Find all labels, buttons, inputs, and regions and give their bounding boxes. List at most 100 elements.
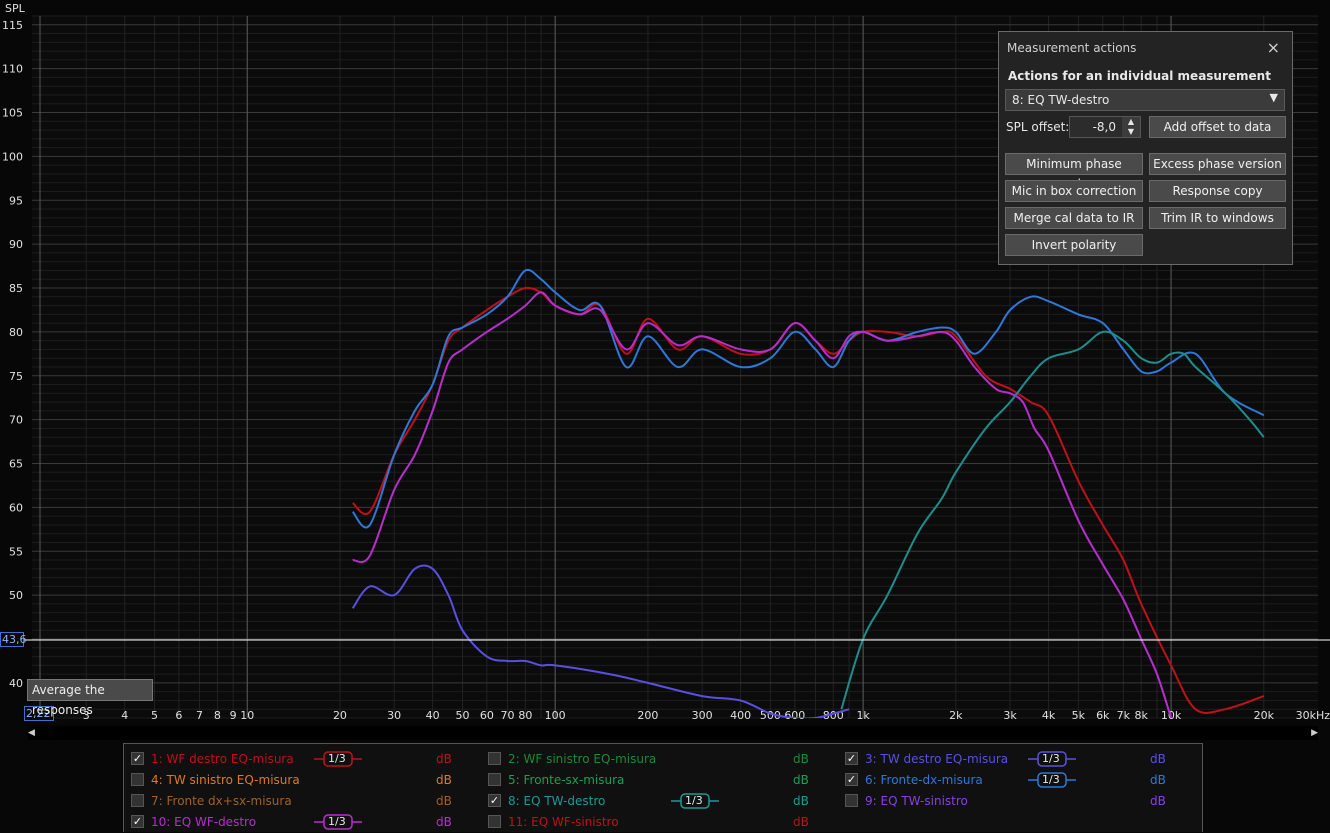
- spl-offset-spinner[interactable]: -8,0 ▲ ▼: [1069, 116, 1141, 138]
- x-tick-label: 100: [545, 709, 566, 722]
- horizontal-scrollbar[interactable]: ◀ ▶: [28, 726, 1318, 740]
- x-tick-label: 40: [426, 709, 440, 722]
- x-tick-label: 6k: [1096, 709, 1110, 722]
- y-tick-label: 40: [9, 677, 23, 690]
- y-tick-label: 70: [9, 414, 23, 427]
- add-offset-button[interactable]: Add offset to data: [1149, 116, 1286, 138]
- legend-item: 11: EQ WF-sinistro dB: [481, 812, 841, 832]
- mic-in-box-button[interactable]: Mic in box correction: [1005, 180, 1143, 202]
- minimum-phase-button[interactable]: Minimum phase version: [1005, 153, 1143, 191]
- x-tick-label: 8k: [1135, 709, 1149, 722]
- legend-item: ✓ 1: WF destro EQ-misura 1/3 dB: [124, 749, 484, 769]
- legend-item: 5: Fronte-sx-misura dB: [481, 770, 841, 790]
- legend-unit: dB: [1150, 773, 1166, 787]
- y-tick-label: 100: [2, 150, 23, 163]
- scroll-left-arrow-icon[interactable]: ◀: [28, 728, 35, 738]
- legend-item: 7: Fronte dx+sx-misura dB: [124, 791, 484, 811]
- x-tick-label: 30kHz: [1296, 709, 1330, 722]
- legend-checkbox[interactable]: [488, 752, 501, 765]
- legend-unit: dB: [1150, 794, 1166, 808]
- y-tick-label: 75: [9, 370, 23, 383]
- y-tick-label: 65: [9, 458, 23, 471]
- y-tick-label: 60: [9, 501, 23, 514]
- merge-cal-button[interactable]: Merge cal data to IR: [1005, 207, 1143, 229]
- legend-label: 10: EQ WF-destro: [151, 815, 257, 829]
- smoothing-badge[interactable]: 1/3: [314, 751, 362, 767]
- legend-checkbox[interactable]: [845, 794, 858, 807]
- legend-label: 5: Fronte-sx-misura: [508, 773, 625, 787]
- x-tick-label: 4k: [1042, 709, 1056, 722]
- legend-checkbox[interactable]: [131, 794, 144, 807]
- x-tick-label: 200: [637, 709, 658, 722]
- legend-label: 2: WF sinistro EQ-misura: [508, 752, 657, 766]
- x-tick-label: 300: [692, 709, 713, 722]
- smoothing-badge[interactable]: 1/3: [1028, 772, 1076, 788]
- legend-label: 8: EQ TW-destro: [508, 794, 606, 808]
- legend-unit: dB: [436, 794, 452, 808]
- legend-item: ✓ 3: TW destro EQ-misura 1/3 dB: [838, 749, 1198, 769]
- legend-unit: dB: [793, 794, 809, 808]
- legend-checkbox[interactable]: [488, 773, 501, 786]
- x-tick-label: 600: [784, 709, 805, 722]
- x-tick-label: 2k: [949, 709, 963, 722]
- x-tick-label: 400: [730, 709, 751, 722]
- x-tick-label: 20: [333, 709, 347, 722]
- smoothing-label: 1/3: [685, 794, 703, 807]
- legend-checkbox[interactable]: ✓: [131, 752, 144, 765]
- y-tick-label: 90: [9, 238, 23, 251]
- legend-item: ✓ 8: EQ TW-destro 1/3 dB: [481, 791, 841, 811]
- y-axis-title: SPL: [5, 2, 26, 15]
- x-tick-label: 6: [175, 709, 182, 722]
- legend-checkbox[interactable]: ✓: [845, 773, 858, 786]
- legend-unit: dB: [793, 773, 809, 787]
- x-tick-label: 10k: [1161, 709, 1182, 722]
- x-tick-label: 7k: [1117, 709, 1131, 722]
- x-tick-label: 50: [455, 709, 469, 722]
- x-tick-label: 60: [480, 709, 494, 722]
- legend-unit: dB: [1150, 752, 1166, 766]
- invert-polarity-button[interactable]: Invert polarity: [1005, 234, 1143, 256]
- x-tick-label: 5: [151, 709, 158, 722]
- x-tick-label: 9: [230, 709, 237, 722]
- smoothing-label: 1/3: [1042, 752, 1060, 765]
- measurement-select[interactable]: 8: EQ TW-destro ▼: [1005, 89, 1285, 111]
- spl-cursor-readout: 43,6: [0, 632, 27, 647]
- spl-offset-value: -8,0: [1092, 120, 1116, 134]
- excess-phase-button[interactable]: Excess phase version: [1149, 153, 1286, 175]
- smoothing-badge[interactable]: 1/3: [314, 814, 362, 830]
- legend-item: 2: WF sinistro EQ-misura dB: [481, 749, 841, 769]
- close-icon[interactable]: ×: [1267, 38, 1280, 57]
- y-tick-label: 95: [9, 194, 23, 207]
- smoothing-label: 1/3: [328, 815, 346, 828]
- legend-checkbox[interactable]: ✓: [488, 794, 501, 807]
- trim-ir-button[interactable]: Trim IR to windows: [1149, 207, 1286, 229]
- legend-item: ✓ 10: EQ WF-destro 1/3 dB: [124, 812, 484, 832]
- scroll-right-arrow-icon[interactable]: ▶: [1311, 728, 1318, 738]
- dialog-title: Measurement actions: [1007, 41, 1137, 55]
- measurement-actions-dialog: Measurement actions × Actions for an ind…: [998, 31, 1293, 265]
- legend-checkbox[interactable]: ✓: [131, 815, 144, 828]
- smoothing-badge[interactable]: 1/3: [671, 793, 719, 809]
- legend-item: ✓ 6: Fronte-dx-misura 1/3 dB: [838, 770, 1198, 790]
- x-tick-label: 70: [500, 709, 514, 722]
- measurement-legend: ✓ 1: WF destro EQ-misura 1/3 dB 2: WF sinist…: [123, 743, 1203, 832]
- legend-label: 4: TW sinistro EQ-misura: [151, 773, 300, 787]
- legend-label: 7: Fronte dx+sx-misura: [151, 794, 292, 808]
- y-tick-label: 115: [2, 19, 23, 32]
- measurement-select-value: 8: EQ TW-destro: [1012, 93, 1110, 107]
- y-tick-label: 85: [9, 282, 23, 295]
- x-tick-label: 1k: [856, 709, 870, 722]
- response-copy-button[interactable]: Response copy: [1149, 180, 1286, 202]
- x-tick-label: 4: [121, 709, 128, 722]
- legend-checkbox[interactable]: ✓: [845, 752, 858, 765]
- x-tick-label: 80: [518, 709, 532, 722]
- x-tick-label: 5k: [1072, 709, 1086, 722]
- spinner-arrows-icon[interactable]: ▲ ▼: [1122, 117, 1140, 137]
- legend-label: 1: WF destro EQ-misura: [151, 752, 294, 766]
- legend-checkbox[interactable]: [488, 815, 501, 828]
- x-tick-label: 30: [387, 709, 401, 722]
- legend-checkbox[interactable]: [131, 773, 144, 786]
- smoothing-badge[interactable]: 1/3: [1028, 751, 1076, 767]
- y-tick-label: 110: [2, 63, 23, 76]
- y-tick-label: 105: [2, 107, 23, 120]
